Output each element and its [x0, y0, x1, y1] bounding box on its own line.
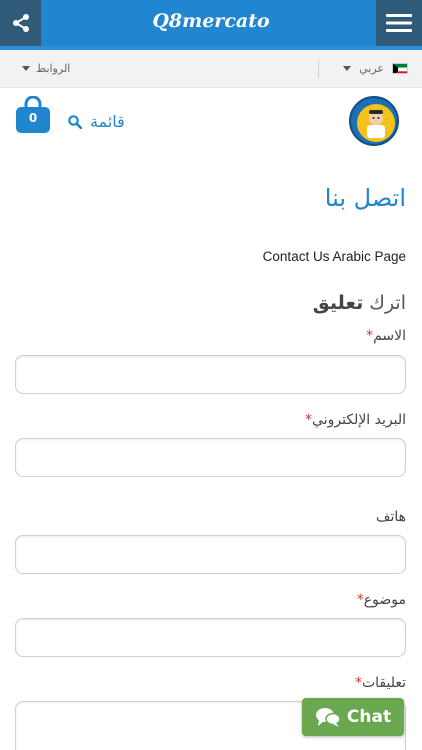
- language-label: عربي: [359, 62, 384, 75]
- chat-button-label: Chat: [346, 707, 392, 727]
- links-dropdown-label: الروابط: [36, 62, 71, 75]
- store-logo[interactable]: [349, 96, 399, 146]
- name-field[interactable]: [15, 355, 406, 394]
- name-label: الاسم*: [366, 328, 406, 344]
- required-mark: *: [356, 592, 364, 608]
- page-body-text: Contact Us Arabic Page: [262, 249, 406, 264]
- required-mark: *: [354, 675, 362, 691]
- phone-field[interactable]: [15, 535, 406, 574]
- email-field[interactable]: [15, 438, 406, 477]
- chevron-down-icon: [22, 66, 30, 71]
- search-menu-link[interactable]: قائمة: [68, 112, 125, 131]
- top-app-bar: Q8mercato: [0, 0, 422, 46]
- subject-field[interactable]: [15, 618, 406, 657]
- brand-title[interactable]: Q8mercato: [0, 10, 422, 32]
- chat-button[interactable]: Chat: [302, 698, 404, 736]
- email-label: البريد الإلكتروني*: [305, 412, 406, 428]
- cart-count-badge: 0: [28, 111, 38, 125]
- menu-button[interactable]: [376, 0, 422, 46]
- links-dropdown[interactable]: الروابط: [22, 62, 70, 75]
- chat-bubbles-icon: [315, 708, 341, 727]
- language-dropdown[interactable]: عربي: [343, 62, 408, 75]
- phone-label: هاتف: [375, 509, 406, 525]
- chevron-down-icon: [343, 66, 352, 71]
- search-menu-label: قائمة: [90, 112, 125, 131]
- required-mark: *: [305, 412, 313, 428]
- comment-heading-bold: تعليق: [312, 292, 364, 314]
- comment-form-heading: اترك تعليق: [313, 292, 406, 314]
- subbar-divider: [318, 60, 319, 78]
- hamburger-menu-icon: [386, 14, 412, 32]
- cart-button[interactable]: 0: [15, 96, 51, 134]
- comment-heading-prefix: اترك: [369, 292, 406, 314]
- store-header: 0 قائمة: [0, 88, 422, 154]
- search-icon: [68, 114, 82, 129]
- kuwait-flag-icon: [392, 63, 408, 74]
- utility-bar: الروابط عربي: [0, 50, 422, 88]
- comments-label: تعليقات*: [354, 675, 406, 691]
- page-title: اتصل بنا: [324, 184, 406, 212]
- subject-label: موضوع*: [356, 592, 406, 608]
